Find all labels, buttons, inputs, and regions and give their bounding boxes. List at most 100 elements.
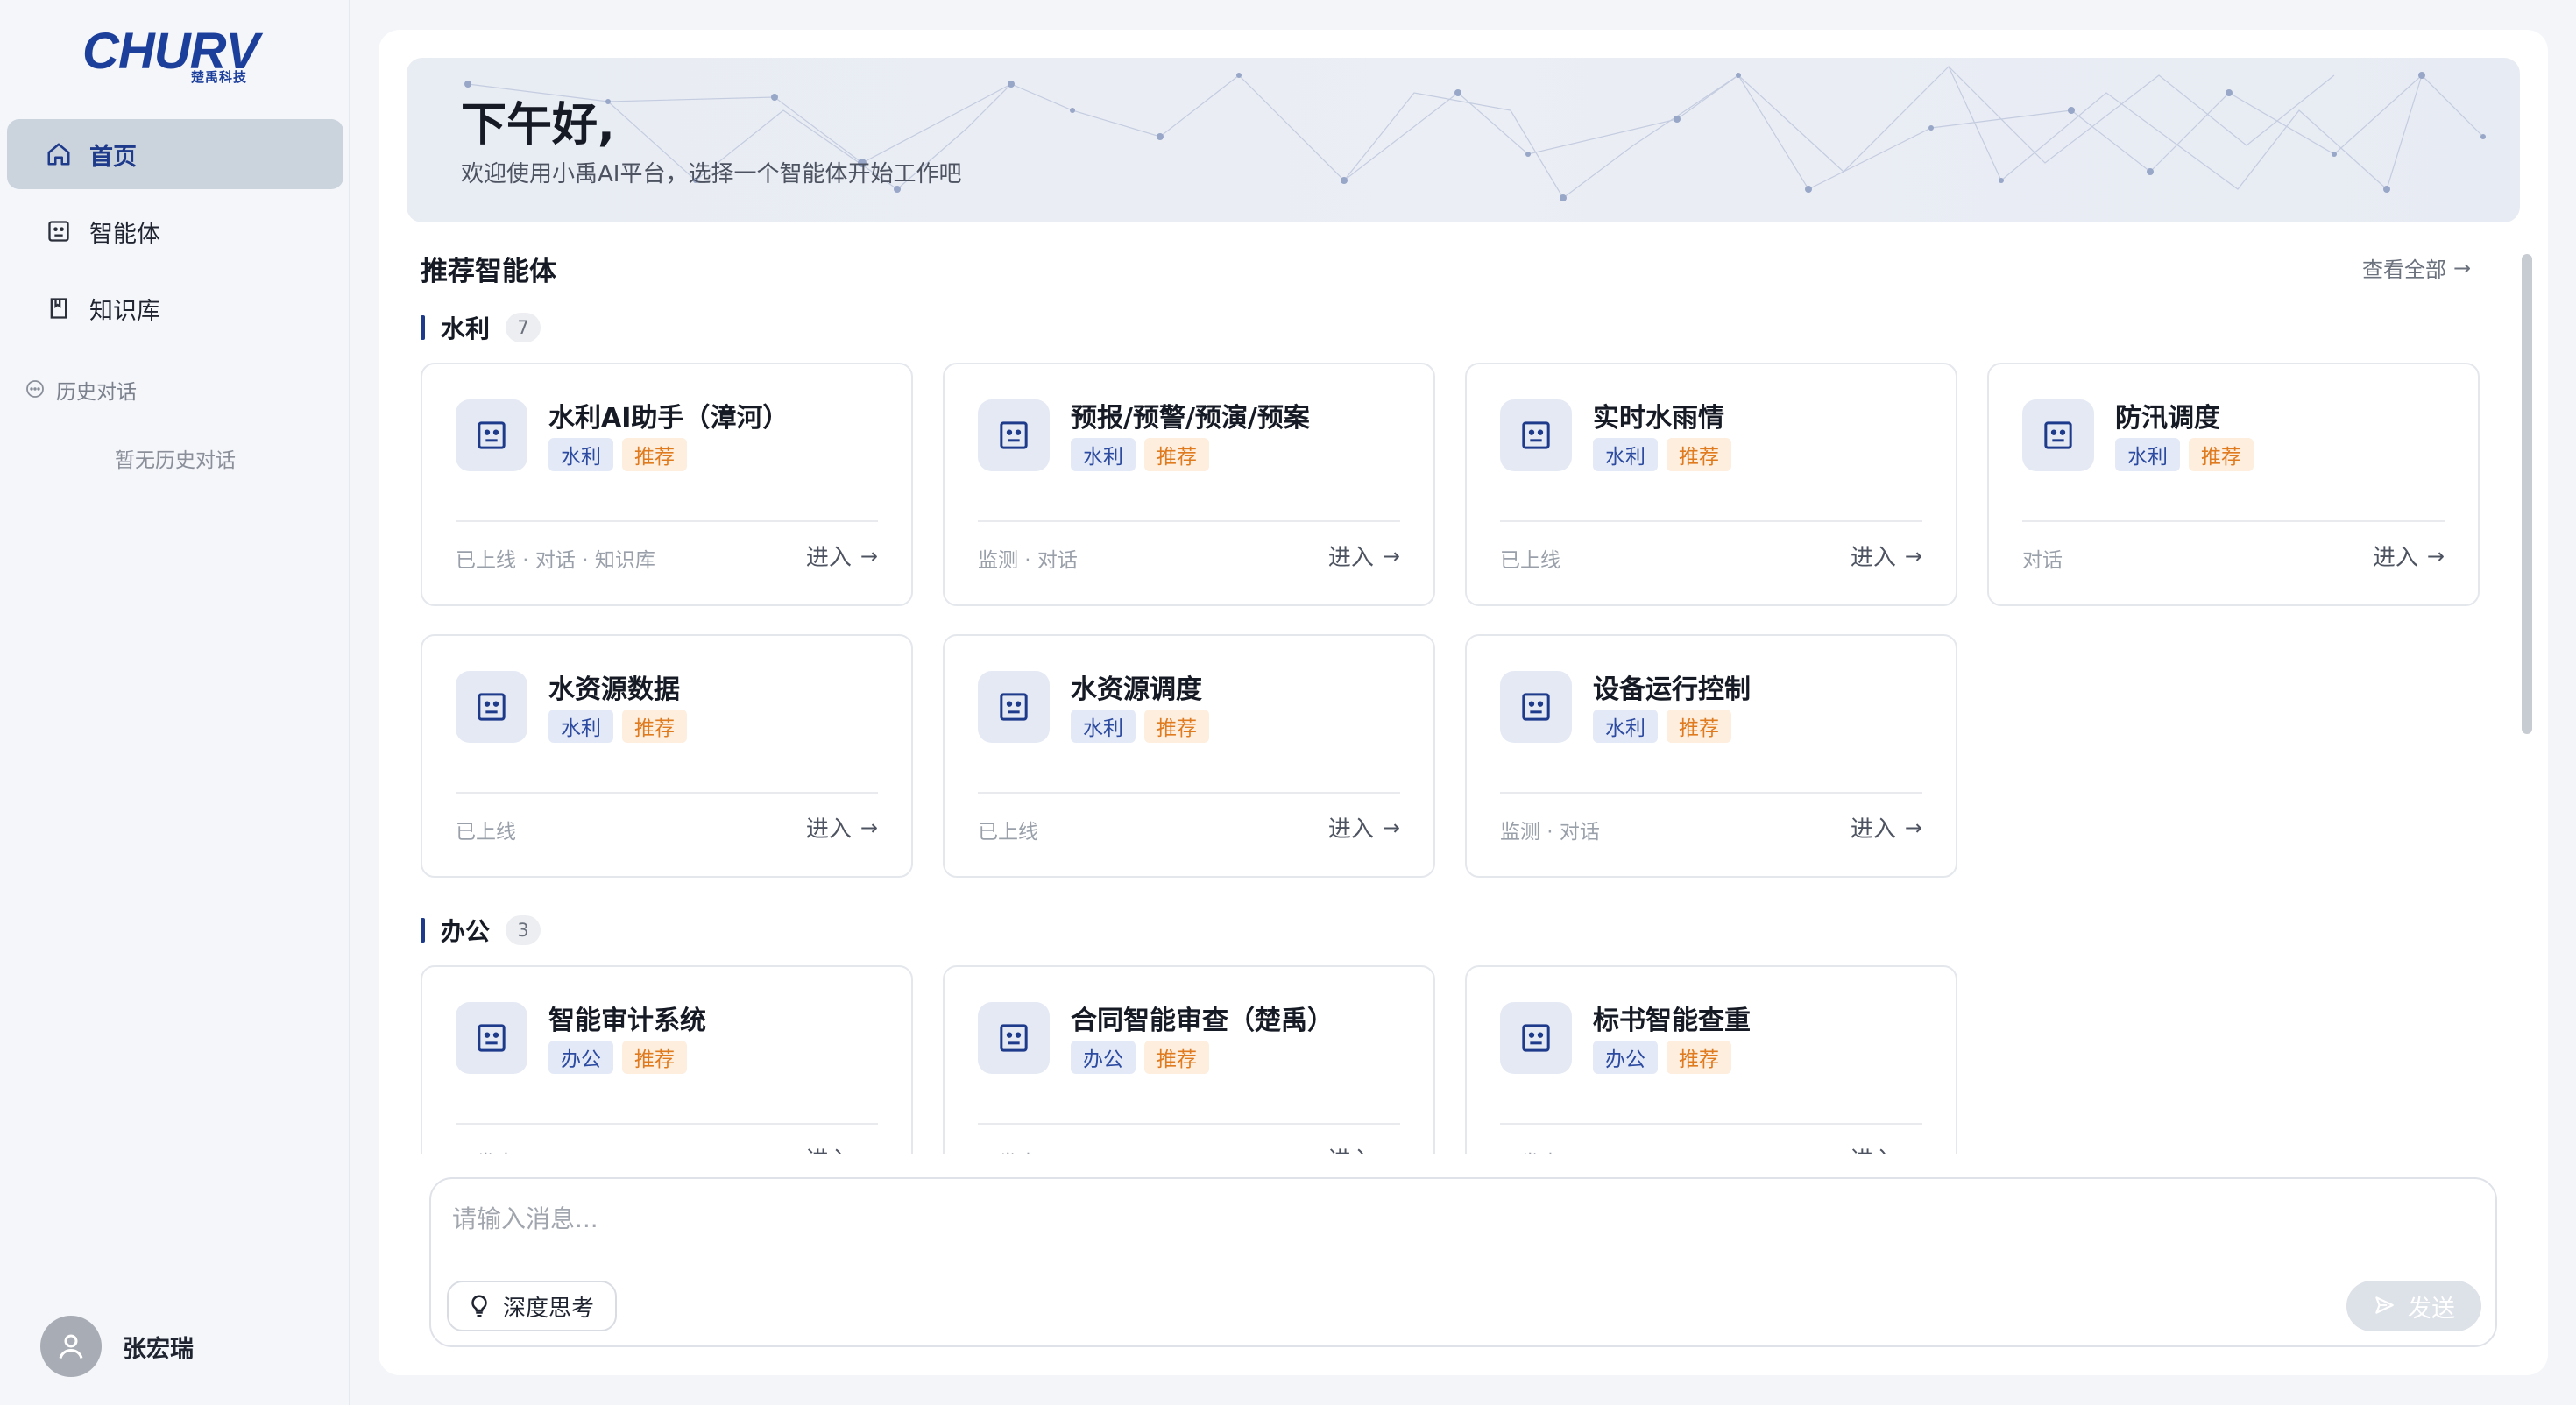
agent-meta: 开发中 xyxy=(1500,1146,1560,1154)
enter-button[interactable]: 进入 → xyxy=(1328,1142,1400,1155)
user-profile[interactable]: 张宏瑞 xyxy=(40,1316,194,1377)
category-tag: 水利 xyxy=(1593,710,1658,743)
agent-card[interactable]: 设备运行控制 水利 推荐 监测 · 对话 进入 → xyxy=(1465,634,1957,878)
robot-icon xyxy=(1500,399,1572,471)
send-button[interactable]: 发送 xyxy=(2346,1281,2481,1331)
agent-meta: 已上线 xyxy=(456,821,516,844)
category-tag: 水利 xyxy=(1593,438,1658,471)
arrow-right-icon: → xyxy=(860,815,878,840)
sidebar-item-label: 智能体 xyxy=(89,220,160,248)
robot-icon xyxy=(456,399,527,471)
agent-card[interactable]: 智能审计系统办公推荐开发中 进入 → xyxy=(421,965,913,1154)
category-tag: 办公 xyxy=(548,1041,613,1074)
agent-tags: 水利 推荐 xyxy=(1071,710,1218,743)
robot-icon xyxy=(978,1002,1050,1074)
recommend-tag: 推荐 xyxy=(1667,438,1731,471)
arrow-right-icon: → xyxy=(1905,1147,1922,1155)
deep-think-button[interactable]: 深度思考 xyxy=(447,1281,618,1331)
enter-button[interactable]: 进入 → xyxy=(1328,811,1400,844)
recommend-tag: 推荐 xyxy=(1667,1041,1731,1074)
category-accent-bar xyxy=(421,918,425,943)
agent-tags: 办公 推荐 xyxy=(1593,1041,1740,1074)
category-count-badge: 3 xyxy=(506,915,541,945)
recommend-tag: 推荐 xyxy=(1144,1041,1209,1074)
agent-card[interactable]: 水利AI助手（漳河） 水利 推荐 已上线 · 对话 · 知识库 进入 → xyxy=(421,363,913,606)
agent-card[interactable]: 实时水雨情水利 推荐已上线 进入 → xyxy=(1465,363,1957,606)
category-header: 办公 3 xyxy=(421,913,541,948)
enter-button[interactable]: 进入 → xyxy=(806,811,878,844)
recommend-tag: 推荐 xyxy=(2189,438,2254,471)
message-input[interactable] xyxy=(452,1197,2467,1240)
robot-icon xyxy=(978,399,1050,471)
agent-card[interactable]: 水资源数据 水利 推荐 已上线 进入 → xyxy=(421,634,913,878)
category-tag: 水利 xyxy=(1071,710,1136,743)
enter-button[interactable]: 进入 → xyxy=(1851,811,1922,844)
agent-card[interactable]: 合同智能审查（楚禹） 办公推荐开发中 进入 → xyxy=(943,965,1435,1154)
enter-button[interactable]: 进入 → xyxy=(806,1142,878,1155)
category-name: 办公 xyxy=(441,917,491,946)
category-tag: 办公 xyxy=(1593,1041,1658,1074)
enter-label: 进入 xyxy=(805,816,852,843)
arrow-right-icon: → xyxy=(1382,543,1400,568)
user-name: 张宏瑞 xyxy=(123,1335,194,1363)
agent-meta: 已上线 xyxy=(1500,549,1560,572)
agent-card[interactable]: 水资源调度 水利 推荐 已上线 进入 → xyxy=(943,634,1435,878)
agent-meta: 已上线 xyxy=(978,821,1038,844)
agent-title: 实时水雨情 xyxy=(1593,403,1724,434)
history-title-label: 历史对话 xyxy=(56,381,137,404)
agent-tags: 办公 推荐 xyxy=(548,1041,696,1074)
sidebar-item-knowledge[interactable]: 知识库 xyxy=(7,273,343,343)
avatar[interactable] xyxy=(40,1316,102,1377)
card-divider xyxy=(456,792,878,794)
enter-label: 进入 xyxy=(2372,545,2418,571)
deep-think-label: 深度思考 xyxy=(503,1295,595,1322)
arrow-right-icon: → xyxy=(2426,543,2445,568)
agent-title: 预报/预警/预演/预案 xyxy=(1071,403,1310,434)
robot-icon xyxy=(456,671,527,743)
agent-tags: 水利 推荐 xyxy=(1593,438,1740,471)
agent-title: 设备运行控制 xyxy=(1593,674,1751,705)
category-tag: 水利 xyxy=(548,710,613,743)
arrow-right-icon: → xyxy=(860,543,878,568)
sidebar-item-label: 首页 xyxy=(89,143,137,171)
lightbulb-icon xyxy=(466,1293,492,1319)
robot-icon xyxy=(456,1002,527,1074)
robot-icon xyxy=(46,218,72,244)
sidebar: CHURV 楚禹科技 首页 智能体 知识库 历史对话 暂无历史对话 张宏瑞 xyxy=(0,0,350,1405)
arrow-right-icon: → xyxy=(1382,815,1400,840)
enter-button[interactable]: 进入 → xyxy=(1851,540,1922,572)
category-tag: 水利 xyxy=(2115,438,2180,471)
agent-meta: 开发中 xyxy=(456,1146,516,1154)
enter-label: 进入 xyxy=(1327,545,1374,571)
recommend-tag: 推荐 xyxy=(622,438,687,471)
enter-label: 进入 xyxy=(1850,545,1896,571)
arrow-right-icon: → xyxy=(1383,1147,1400,1155)
enter-label: 进入 xyxy=(805,545,852,571)
enter-label: 进入 xyxy=(1851,1142,1896,1154)
category-accent-bar xyxy=(421,315,425,340)
card-divider xyxy=(978,520,1400,522)
sidebar-item-home[interactable]: 首页 xyxy=(7,119,343,189)
category-tag: 水利 xyxy=(1071,438,1136,471)
agent-card[interactable]: 预报/预警/预演/预案 水利 推荐 监测 · 对话 进入 → xyxy=(943,363,1435,606)
category-tag: 水利 xyxy=(548,438,613,471)
enter-button[interactable]: 进入 → xyxy=(2373,540,2445,572)
enter-button[interactable]: 进入 → xyxy=(1328,540,1400,572)
sidebar-item-agents[interactable]: 智能体 xyxy=(7,196,343,266)
agent-tags: 水利 推荐 xyxy=(1071,438,1218,471)
card-divider xyxy=(978,1123,1400,1125)
agent-card[interactable]: 标书智能查重办公推荐开发中 进入 → xyxy=(1465,965,1957,1154)
brand-logo[interactable]: CHURV 楚禹科技 xyxy=(82,23,266,89)
scrollbar[interactable] xyxy=(2522,254,2532,734)
enter-button[interactable]: 进入 → xyxy=(806,540,878,572)
card-divider xyxy=(1500,1123,1922,1125)
agent-card[interactable]: 防汛调度 水利 推荐 对话 进入 → xyxy=(1987,363,2480,606)
card-divider xyxy=(1500,520,1922,522)
book-icon xyxy=(46,295,72,321)
send-label: 发送 xyxy=(2408,1295,2455,1323)
agent-title: 水资源数据 xyxy=(548,674,680,705)
agent-tags: 办公 推荐 xyxy=(1071,1041,1218,1074)
agent-title: 智能审计系统 xyxy=(548,1006,706,1036)
enter-button[interactable]: 进入 → xyxy=(1851,1142,1922,1155)
chat-composer: 深度思考 发送 xyxy=(429,1177,2497,1347)
